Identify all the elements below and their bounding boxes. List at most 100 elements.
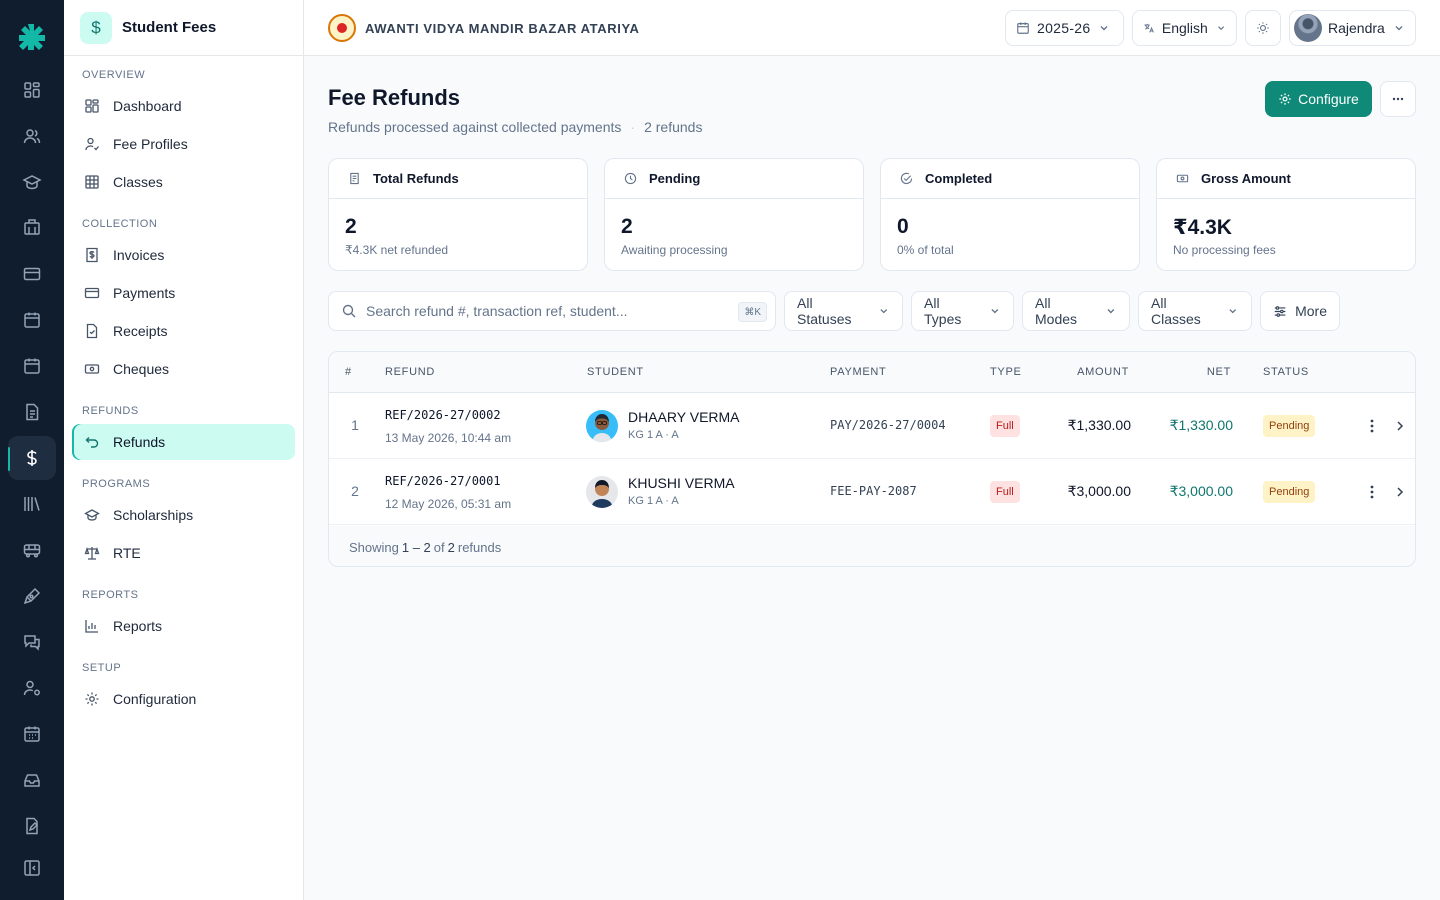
sidebar-item-fee-profiles[interactable]: Fee Profiles (72, 126, 295, 162)
sidebar-item-label: Refunds (113, 434, 166, 450)
language-value: English (1161, 20, 1208, 36)
sidebar-item-dashboard[interactable]: Dashboard (72, 88, 295, 124)
column-header-type[interactable]: TYPE (990, 366, 1022, 378)
user-menu-button[interactable]: Rajendra (1289, 10, 1416, 46)
rail-active-indicator (8, 447, 10, 471)
chevron-right-icon[interactable] (1394, 484, 1406, 500)
column-header-net[interactable]: NET (1207, 366, 1231, 378)
sidebar-item-classes[interactable]: Classes (72, 164, 295, 200)
column-header-refund[interactable]: REFUND (385, 366, 435, 378)
type-filter-select[interactable]: All Types (911, 291, 1014, 331)
column-header-amount[interactable]: AMOUNT (1077, 366, 1129, 378)
chevron-right-icon[interactable] (1394, 418, 1406, 434)
column-header-status[interactable]: STATUS (1263, 366, 1309, 378)
more-filters-button[interactable]: More (1260, 291, 1340, 331)
sidebar-item-label: Dashboard (113, 98, 182, 114)
sidebar-item-label: Receipts (113, 323, 168, 339)
page-title: Fee Refunds (328, 85, 461, 110)
refund-number[interactable]: REF/2026-27/0002 (385, 408, 501, 422)
calendar-grid-icon[interactable] (22, 724, 42, 744)
row-menu-icon[interactable] (1365, 416, 1379, 436)
page-subtitle: Refunds processed against collected paym… (328, 119, 702, 135)
inbox-icon[interactable] (22, 770, 42, 790)
check-circle-icon (900, 172, 913, 184)
sidebar-item-reports[interactable]: Reports (72, 608, 295, 644)
sidebar-item-label: Fee Profiles (113, 136, 188, 152)
pagination-suffix: refunds (457, 539, 502, 555)
graduation-cap-icon[interactable] (22, 172, 42, 192)
sidebar-item-scholarships[interactable]: Scholarships (72, 497, 295, 533)
user-name: Rajendra (1328, 20, 1385, 36)
class-filter-select[interactable]: All Classes (1138, 291, 1252, 331)
bus-icon[interactable] (22, 540, 42, 560)
status-badge: Pending (1263, 481, 1316, 503)
mode-filter-select[interactable]: All Modes (1022, 291, 1130, 331)
page-description: Refunds processed against collected paym… (328, 119, 622, 135)
sidebar-item-configuration[interactable]: Configuration (72, 681, 295, 717)
mode-filter-value: All Modes (1035, 295, 1078, 327)
sidebar-item-receipts[interactable]: Receipts (72, 313, 295, 349)
row-menu-icon[interactable] (1365, 482, 1379, 502)
school-name: AWANTI VIDYA MANDIR BAZAR ATARIYA (365, 20, 640, 36)
banknote-icon (1176, 174, 1189, 183)
payment-reference[interactable]: FEE-PAY-2087 (830, 484, 917, 498)
sidebar-item-refunds[interactable]: Refunds (72, 424, 295, 460)
refund-number[interactable]: REF/2026-27/0001 (385, 474, 501, 488)
language-select[interactable]: English (1132, 10, 1237, 46)
library-icon[interactable] (22, 494, 42, 514)
search-icon (342, 304, 356, 318)
bar-chart-icon (84, 618, 100, 634)
sidebar-item-invoices[interactable]: Invoices (72, 237, 295, 273)
student-name[interactable]: DHAARY VERMA (628, 409, 740, 425)
cheque-icon (84, 361, 100, 377)
pagination-total: 2 (447, 539, 455, 555)
pen-icon[interactable] (22, 586, 42, 606)
chat-icon[interactable] (22, 632, 42, 652)
app-logo-icon[interactable] (17, 22, 45, 50)
calendar-icon[interactable] (22, 310, 42, 330)
user-gear-icon[interactable] (22, 678, 42, 698)
sidebar-item-rte[interactable]: RTE (72, 535, 295, 571)
collapse-sidebar-icon[interactable] (22, 858, 42, 878)
academic-year-select[interactable]: 2025-26 (1005, 10, 1124, 46)
type-badge: Full (990, 481, 1020, 503)
building-icon[interactable] (22, 217, 42, 237)
file-edit-icon[interactable] (22, 816, 42, 836)
configure-button[interactable]: Configure (1265, 81, 1372, 117)
status-badge: Pending (1263, 415, 1316, 437)
student-name[interactable]: KHUSHI VERMA (628, 475, 735, 491)
receipt-icon (84, 323, 100, 339)
column-header-payment[interactable]: PAYMENT (830, 366, 886, 378)
student-class: KG 1 A · A (628, 495, 679, 507)
stat-subtext: No processing fees (1173, 243, 1276, 257)
separator-dot: · (630, 119, 636, 135)
users-icon[interactable] (22, 126, 42, 146)
credit-card-icon (84, 285, 100, 301)
dollar-icon[interactable] (8, 436, 56, 480)
stat-subtext: 0% of total (897, 243, 954, 257)
keyboard-shortcut-hint: ⌘K (738, 302, 767, 322)
table-row[interactable]: 1 REF/2026-27/0002 13 May 2026, 10:44 am… (329, 393, 1415, 459)
sidebar-item-label: Cheques (113, 361, 170, 377)
sidebar-item-payments[interactable]: Payments (72, 275, 295, 311)
sidebar-item-cheques[interactable]: Cheques (72, 351, 295, 387)
class-filter-value: All Classes (1151, 295, 1201, 327)
row-index: 1 (351, 417, 359, 433)
sidebar-item-label: Payments (113, 285, 176, 301)
refund-amount: ₹1,330.00 (1067, 417, 1131, 433)
table-row[interactable]: 2 REF/2026-27/0001 12 May 2026, 05:31 am… (329, 459, 1415, 525)
more-filters-label: More (1295, 303, 1327, 319)
chevron-down-icon (1395, 26, 1403, 31)
academic-year-value: 2025-26 (1037, 20, 1091, 36)
document-icon[interactable] (22, 402, 42, 422)
dashboard-icon[interactable] (22, 80, 42, 100)
search-input[interactable]: Search refund #, transaction ref, studen… (328, 291, 776, 331)
theme-toggle-button[interactable] (1245, 10, 1281, 46)
column-header-student[interactable]: STUDENT (587, 366, 644, 378)
calendar-icon[interactable] (22, 356, 42, 376)
status-filter-select[interactable]: All Statuses (784, 291, 903, 331)
credit-card-icon[interactable] (22, 264, 42, 284)
receipt-icon (350, 172, 359, 185)
payment-reference[interactable]: PAY/2026-27/0004 (830, 418, 946, 432)
more-actions-button[interactable] (1380, 81, 1416, 117)
